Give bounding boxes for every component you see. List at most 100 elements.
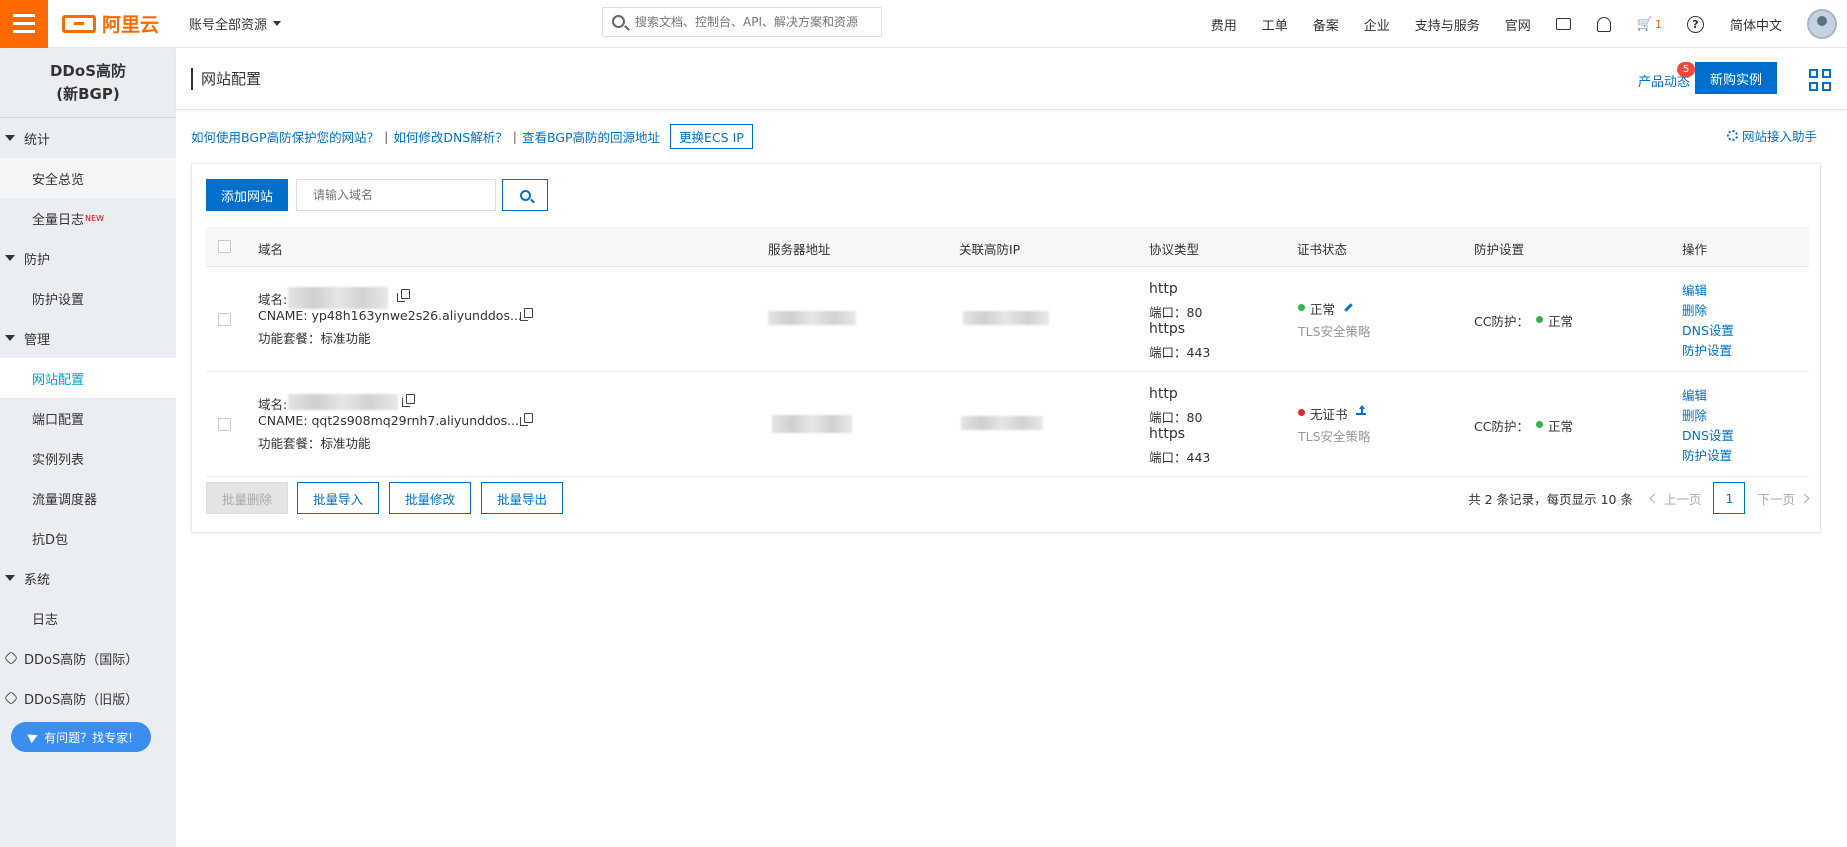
nav-support[interactable]: 支持与服务 [1415, 15, 1480, 34]
sidebar-item-label: 实例列表 [32, 452, 85, 468]
sidebar-item-instance-list[interactable]: 实例列表 [0, 438, 176, 478]
row-checkbox[interactable] [218, 418, 231, 431]
next-page-button[interactable]: 下一页 [1757, 489, 1810, 508]
row-checkbox[interactable] [218, 313, 231, 326]
header-cert: 证书状态 [1297, 242, 1348, 257]
port-https: 端口：443 [1149, 345, 1211, 360]
sidebar-link-label: DDoS高防（旧版） [24, 692, 139, 708]
sidebar-link-old[interactable]: DDoS高防（旧版） [0, 678, 176, 718]
sidebar-item-log[interactable]: 日志 [0, 598, 176, 638]
dns-settings-link[interactable]: DNS设置 [1682, 425, 1734, 444]
sidebar-item-label: 日志 [32, 612, 59, 628]
edit-link[interactable]: 编辑 [1682, 280, 1707, 299]
top-nav: 费用 工单 备案 企业 支持与服务 官网 🛒 1 ? 简体中文 [1211, 0, 1847, 48]
protocol-http: http [1149, 386, 1178, 402]
copy-icon[interactable] [402, 394, 415, 407]
chevron-right-icon [1799, 493, 1810, 503]
caret-down-icon [5, 255, 15, 261]
sidebar-group-stats[interactable]: 统计 [0, 118, 176, 158]
copy-icon[interactable] [397, 289, 410, 302]
hamburger-menu-icon[interactable] [0, 0, 48, 48]
ask-expert-button[interactable]: 有问题？找专家! [11, 722, 151, 752]
global-search[interactable] [602, 7, 882, 37]
sidebar-item-label: 防护设置 [32, 292, 85, 308]
dns-settings-link[interactable]: DNS设置 [1682, 320, 1734, 339]
prev-page-button[interactable]: 上一页 [1649, 489, 1701, 508]
sidebar-item-label: 网站配置 [32, 372, 85, 388]
copy-icon[interactable] [520, 308, 533, 321]
sidebar-group-manage[interactable]: 管理 [0, 318, 176, 358]
nav-tickets[interactable]: 工单 [1262, 15, 1288, 34]
sidebar-item-security-overview[interactable]: 安全总览 [0, 158, 176, 198]
total-records: 共 2 条记录，每页显示 10 条 [1468, 491, 1633, 507]
language-switch[interactable]: 简体中文 [1730, 15, 1782, 34]
bell-icon[interactable] [1596, 16, 1611, 32]
sidebar-item-full-log[interactable]: 全量日志 NEW [0, 198, 176, 238]
cart-icon: 🛒 [1636, 16, 1653, 32]
sidebar-item-label: 全量日志 [32, 212, 85, 228]
sidebar-group-label: 系统 [24, 572, 51, 588]
buy-instance-button[interactable]: 新购实例 [1695, 62, 1777, 94]
package-value: 功能套餐：标准功能 [258, 331, 371, 346]
account-resource-dropdown[interactable]: 账号全部资源 [189, 14, 282, 33]
batch-import-button[interactable]: 批量导入 [297, 482, 379, 514]
edit-link[interactable]: 编辑 [1682, 385, 1707, 404]
select-all-checkbox[interactable] [218, 240, 231, 253]
sidebar-group-system[interactable]: 系统 [0, 558, 176, 598]
nav-icp[interactable]: 备案 [1313, 15, 1339, 34]
protection-settings-link[interactable]: 防护设置 [1682, 445, 1732, 464]
aliyun-logo[interactable]: 阿里云 [62, 10, 159, 37]
help-link-dns[interactable]: 如何修改DNS解析？ [393, 127, 507, 146]
caret-down-icon [5, 575, 15, 581]
assistant-label: 网站接入助手 [1741, 129, 1817, 144]
sidebar-item-site-config[interactable]: 网站配置 [0, 358, 176, 398]
sidebar-group-protect[interactable]: 防护 [0, 238, 176, 278]
sidebar-item-protect-settings[interactable]: 防护设置 [0, 278, 176, 318]
top-bar: 阿里云 账号全部资源 费用 工单 备案 企业 支持与服务 官网 🛒 1 ? 简体… [0, 0, 1847, 48]
batch-export-button[interactable]: 批量导出 [481, 482, 563, 514]
add-site-button[interactable]: 添加网站 [206, 179, 288, 211]
status-ok-dot [1536, 421, 1543, 428]
domain-search-input[interactable] [296, 179, 496, 211]
nav-enterprise[interactable]: 企业 [1364, 15, 1390, 34]
batch-delete-button[interactable]: 批量删除 [206, 482, 288, 514]
help-link-origin-address[interactable]: 查看BGP高防的回源地址 [522, 127, 660, 146]
protection-settings-link[interactable]: 防护设置 [1682, 340, 1732, 359]
status-error-dot [1298, 409, 1305, 416]
upload-icon[interactable] [1356, 405, 1366, 415]
sidebar-item-label: 端口配置 [32, 412, 85, 428]
sidebar-item-anti-d[interactable]: 抗D包 [0, 518, 176, 558]
sidebar: DDoS高防 (新BGP) 统计 安全总览 全量日志 NEW 防护 防护设置 管理… [0, 48, 176, 847]
edit-pen-icon[interactable] [1344, 303, 1353, 312]
domain-label: 域名: [258, 292, 288, 307]
sidebar-link-intl[interactable]: DDoS高防（国际） [0, 638, 176, 678]
batch-modify-button[interactable]: 批量修改 [389, 482, 471, 514]
sidebar-group-label: 统计 [24, 132, 51, 148]
delete-link[interactable]: 删除 [1682, 405, 1707, 424]
cloud-shell-icon[interactable] [1555, 18, 1571, 30]
nav-fees[interactable]: 费用 [1211, 15, 1237, 34]
grid-view-icon[interactable] [1809, 69, 1831, 91]
global-search-input[interactable] [635, 15, 875, 29]
nav-official-site[interactable]: 官网 [1505, 15, 1531, 34]
site-onboarding-assistant[interactable]: 网站接入助手 [1726, 126, 1817, 145]
sidebar-item-traffic-dispatch[interactable]: 流量调度器 [0, 478, 176, 518]
help-link-bgp-protect[interactable]: 如何使用BGP高防保护您的网站？ [191, 127, 379, 146]
cc-protection-status: 正常 [1548, 314, 1574, 329]
page-number-current[interactable]: 1 [1713, 482, 1746, 514]
help-links: 如何使用BGP高防保护您的网站？ | 如何修改DNS解析？ | 查看BGP高防的… [191, 123, 753, 149]
search-icon [519, 189, 531, 201]
domain-search-button[interactable] [502, 179, 548, 211]
delete-link[interactable]: 删除 [1682, 300, 1707, 319]
avatar[interactable] [1807, 9, 1837, 39]
site-list-card: 添加网站 域名 服务器地址 关联高防IP 协议类型 证书状态 防护设置 操作 域… [191, 163, 1821, 533]
port-http: 端口：80 [1149, 305, 1203, 320]
redacted-server [772, 415, 852, 433]
cart-button[interactable]: 🛒 1 [1637, 17, 1662, 32]
change-ecs-ip-button[interactable]: 更换ECS IP [670, 123, 753, 149]
redacted-domain [288, 287, 388, 309]
help-icon[interactable]: ? [1686, 15, 1704, 33]
sidebar-item-port-config[interactable]: 端口配置 [0, 398, 176, 438]
domain-label: 域名: [258, 397, 288, 412]
copy-icon[interactable] [520, 413, 533, 426]
